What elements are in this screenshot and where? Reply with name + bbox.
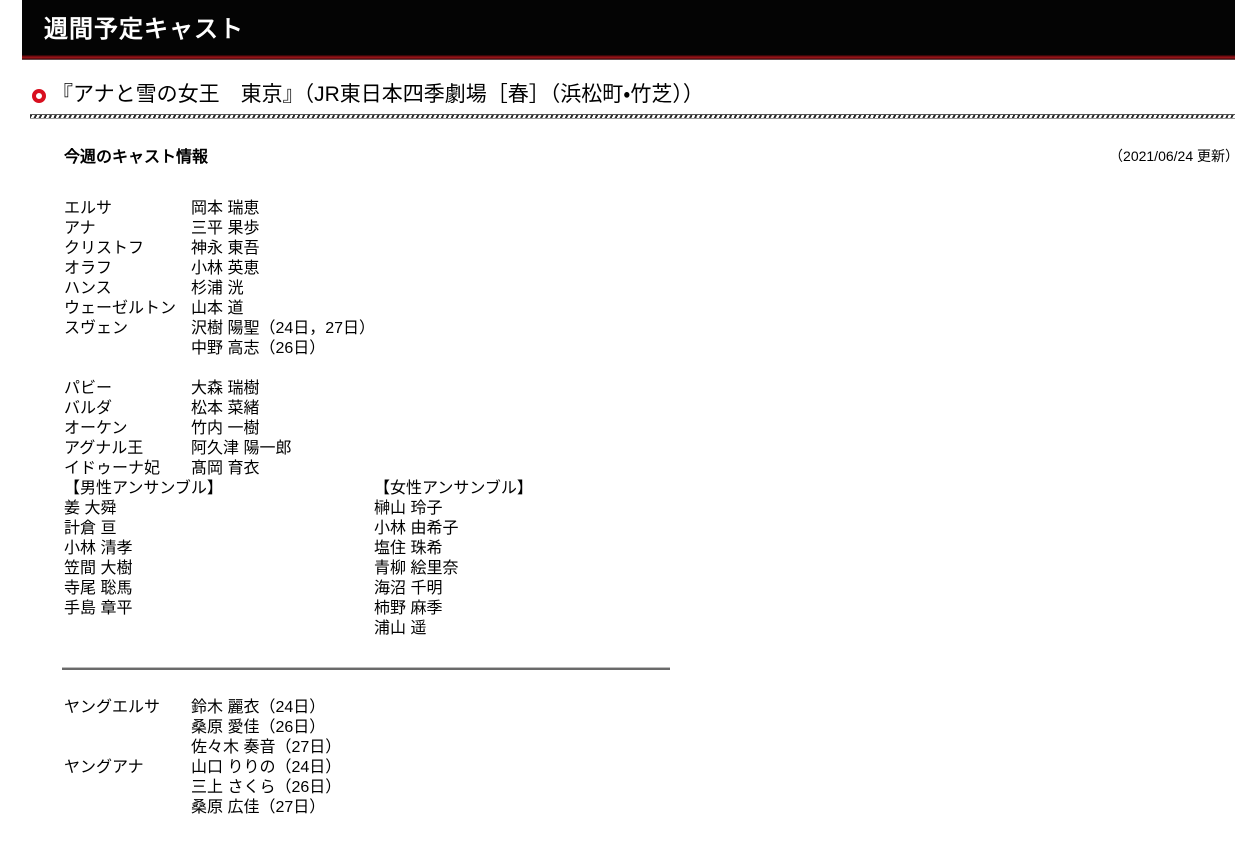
cast-row: イドゥーナ妃 髙岡 育衣 xyxy=(64,459,375,479)
page-title-bar: 週間予定キャスト xyxy=(22,0,1235,55)
male-ensemble-members: 姜 大舜計倉 亘小林 清孝笠間 大樹寺尾 聡馬手島 章平 xyxy=(64,499,374,619)
actor-name: 鈴木 麗衣（24日） xyxy=(191,699,326,716)
young-cast-row: 桑原 広佳（27日） xyxy=(64,798,341,818)
venue-heading: 『アナと雪の女王 東京』（JR東日本四季劇場［春］（浜松町・竹芝）） xyxy=(32,83,704,107)
male-ensemble-column: 【男性アンサンブル】 姜 大舜計倉 亘小林 清孝笠間 大樹寺尾 聡馬手島 章平 xyxy=(64,479,374,639)
week-cast-info-label: 今週のキャスト情報 xyxy=(64,149,209,166)
ensemble-member-name: 姜 大舜 xyxy=(64,500,117,517)
ensemble-member-name: 寺尾 聡馬 xyxy=(64,580,133,597)
actor-name: 沢樹 陽聖（24日，27日） xyxy=(191,320,376,337)
role-label: バルダ xyxy=(64,400,113,417)
role-label: オーケン xyxy=(64,420,128,437)
role-label xyxy=(64,778,191,798)
cast-row: ハンス 杉浦 洸 xyxy=(64,279,375,299)
hatched-divider xyxy=(30,114,1235,119)
cast-row: オーケン 竹内 一樹 xyxy=(64,419,375,439)
actor-name: 山本 道 xyxy=(191,300,244,317)
role-label: エルサ xyxy=(64,200,113,217)
role-label xyxy=(64,359,191,379)
actor-name: 阿久津 陽一郎 xyxy=(191,440,292,457)
female-ensemble-members: 榊山 玲子小林 由希子 塩住 珠希青柳 絵里奈 海沼 千明柿野 麻季浦山 遥 xyxy=(374,499,533,639)
cast-row: エルサ 岡本 瑞恵 xyxy=(64,199,375,219)
actor-name: 山口 りりの（24日） xyxy=(191,759,342,776)
update-date-label: （2021/06/24 更新） xyxy=(1109,148,1239,164)
actor-name: 小林 英恵 xyxy=(191,260,260,277)
cast-row xyxy=(64,359,375,379)
young-cast-row: ヤングエルサ 鈴木 麗衣（24日） xyxy=(64,698,341,718)
ensemble-member-name: 笠間 大樹 xyxy=(64,560,133,577)
cast-row: ウェーゼルトン 山本 道 xyxy=(64,299,375,319)
role-label: パビー xyxy=(64,380,113,397)
role-label xyxy=(64,798,191,818)
ensemble-member-name: 小林 由希子 xyxy=(374,520,459,537)
ensemble-member-name: 榊山 玲子 xyxy=(374,500,443,517)
role-label: スヴェン xyxy=(64,320,129,337)
role-label: ハンス xyxy=(64,280,112,297)
ensemble-member-name: 海沼 千明 xyxy=(374,580,443,597)
role-label xyxy=(64,339,191,359)
young-cast-row: 三上 さくら（26日） xyxy=(64,778,341,798)
actor-name: 杉浦 洸 xyxy=(191,280,244,297)
ensemble-member-name: 計倉 亘 xyxy=(64,520,117,537)
red-ring-bullet-icon xyxy=(32,89,46,103)
actor-name: 三上 さくら（26日） xyxy=(191,779,342,796)
main-cast-list: エルサ 岡本 瑞恵アナ 三平 果歩クリストフ 神永 東吾オラフ 小林 英恵ハンス 杉浦 洸… xyxy=(64,199,375,479)
young-cast-row: 佐々木 奏音（27日） xyxy=(64,738,341,758)
actor-name: 竹内 一樹 xyxy=(191,420,260,437)
venue-heading-label: 『アナと雪の女王 東京』（JR東日本四季劇場［春］（浜松町・竹芝）） xyxy=(52,83,704,106)
role-label xyxy=(64,738,191,758)
ensemble-section: 【男性アンサンブル】 姜 大舜 計倉 亘小林 清孝 笠間 大樹 寺尾 聡馬 手島 章平 … xyxy=(64,479,533,639)
male-ensemble-title: 【男性アンサンブル】 xyxy=(64,480,223,497)
ensemble-member-name: 手島 章平 xyxy=(64,600,133,617)
ensemble-member-name: 小林 清孝 xyxy=(64,540,133,557)
actor-name: 中野 高志（26日） xyxy=(191,340,326,357)
actor-name: 岡本 瑞恵 xyxy=(191,200,260,217)
young-cast-row: 桑原 愛佳（26日） xyxy=(64,718,341,738)
cast-row: バルダ 松本 菜緒 xyxy=(64,399,375,419)
actor-name: 大森 瑞樹 xyxy=(191,380,260,397)
young-cast-list: ヤングエルサ 鈴木 麗衣（24日） 桑原 愛佳（26日） 佐々木 奏音（27日） ヤング… xyxy=(64,698,341,818)
cast-row: スヴェン 沢樹 陽聖（24日，27日） xyxy=(64,319,375,339)
page-title: 週間予定キャスト xyxy=(44,16,244,43)
actor-name: 桑原 愛佳（26日） xyxy=(191,719,326,736)
actor-name: 桑原 広佳（27日） xyxy=(191,799,326,816)
title-bar-red-rule xyxy=(22,55,1235,60)
ensemble-member-name: 浦山 遥 xyxy=(374,620,427,637)
actor-name: 神永 東吾 xyxy=(191,240,260,257)
role-label: ウェーゼルトン xyxy=(64,300,177,317)
ensemble-member-name: 塩住 珠希 xyxy=(374,540,443,557)
actor-name: 三平 果歩 xyxy=(191,220,260,237)
role-label: ヤングエルサ xyxy=(64,699,161,716)
ensemble-member-name: 柿野 麻季 xyxy=(374,600,443,617)
role-label: オラフ xyxy=(64,260,113,277)
cast-row: オラフ 小林 英恵 xyxy=(64,259,375,279)
role-label: アナ xyxy=(64,220,96,237)
role-label: アグナル王 xyxy=(64,440,144,457)
role-label: クリストフ xyxy=(64,240,145,257)
actor-name: 佐々木 奏音（27日） xyxy=(191,739,342,756)
cast-row: パビー 大森 瑞樹 xyxy=(64,379,375,399)
young-cast-row: ヤングアナ 山口 りりの（24日） xyxy=(64,758,341,778)
role-label: イドゥーナ妃 xyxy=(64,460,161,477)
actor-name: 松本 菜緒 xyxy=(191,400,260,417)
cast-row: アグナル王 阿久津 陽一郎 xyxy=(64,439,375,459)
female-ensemble-column: 【女性アンサンブル】 榊山 玲子小林 由希子 塩住 珠希青柳 絵里奈 海沼 千明柿野… xyxy=(374,479,533,639)
cast-row: アナ 三平 果歩 xyxy=(64,219,375,239)
cast-row: 中野 高志（26日） xyxy=(64,339,375,359)
cast-row: クリストフ 神永 東吾 xyxy=(64,239,375,259)
actor-name: 髙岡 育衣 xyxy=(191,460,260,477)
role-label xyxy=(64,718,191,738)
section-divider-rule xyxy=(62,667,670,670)
female-ensemble-title: 【女性アンサンブル】 xyxy=(374,480,533,497)
role-label: ヤングアナ xyxy=(64,759,144,776)
ensemble-member-name: 青柳 絵里奈 xyxy=(374,560,459,577)
